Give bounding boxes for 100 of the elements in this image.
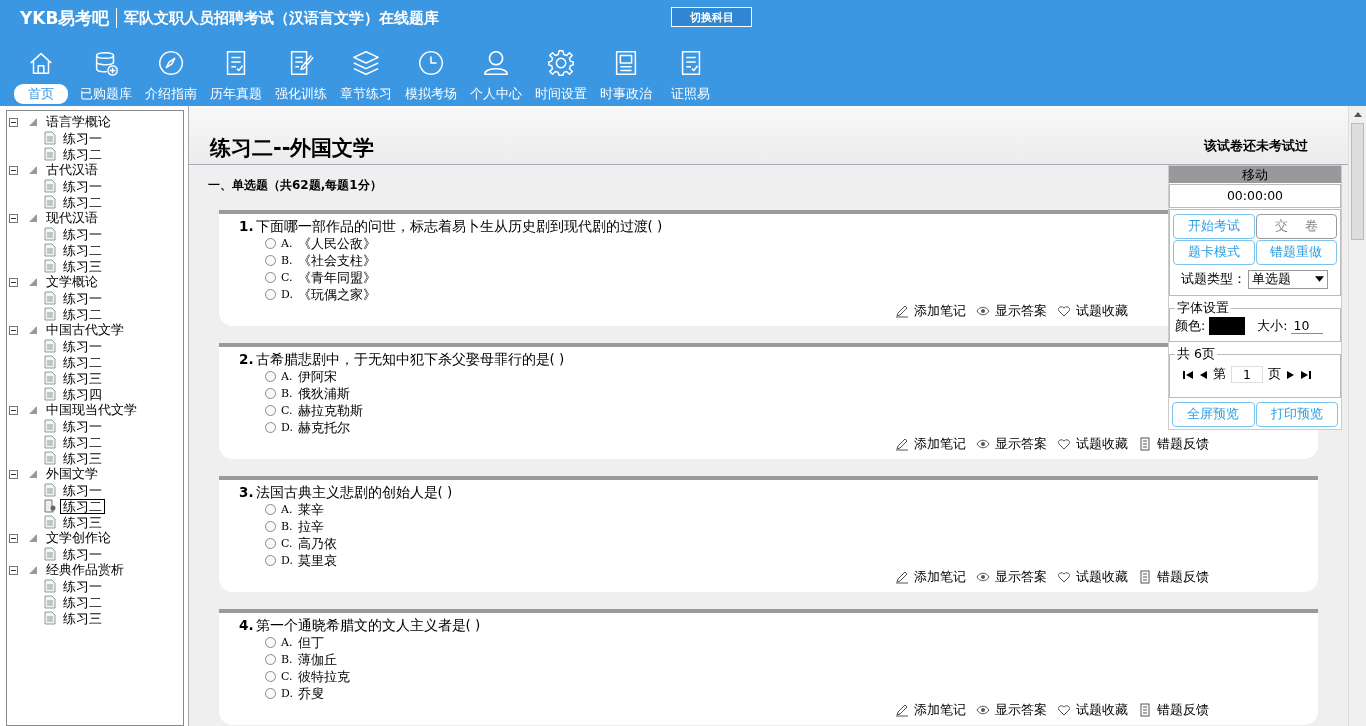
action-link[interactable]: 显示答案 [995,302,1047,320]
action-link[interactable]: 添加笔记 [914,302,966,320]
pencil-icon[interactable] [895,703,909,717]
last-page-icon[interactable] [1301,370,1311,379]
heart-icon[interactable] [1057,703,1071,717]
document-icon[interactable] [1138,703,1152,717]
tree-item[interactable]: 中国现当代文学 [46,401,137,419]
action-link[interactable]: 显示答案 [995,435,1047,453]
action-link[interactable]: 试题收藏 [1076,435,1128,453]
tree-item[interactable]: 练习三 [60,610,105,626]
option-text[interactable]: 薄伽丘 [298,650,337,669]
option-text[interactable]: 《社会支柱》 [298,251,376,270]
tree-item[interactable]: 练习三 [60,258,105,274]
option-text[interactable]: 彼特拉克 [298,667,350,686]
tree-item[interactable]: 现代汉语 [46,209,98,227]
tree-item[interactable]: 练习二 [60,354,105,370]
collapse-toggle[interactable] [9,277,18,287]
pencil-icon[interactable] [895,570,909,584]
radio-button[interactable] [265,289,276,300]
pencil-icon[interactable] [895,437,909,451]
tree-item[interactable]: 练习四 [60,386,105,402]
radio-button[interactable] [265,255,276,266]
collapse-toggle[interactable] [9,533,18,543]
action-link[interactable]: 错题反馈 [1157,701,1209,719]
next-page-icon[interactable] [1286,370,1296,379]
heart-icon[interactable] [1057,570,1071,584]
collapse-toggle[interactable] [9,165,18,175]
tree-item[interactable]: 练习二 [60,306,105,322]
eye-icon[interactable] [976,703,990,717]
option-text[interactable]: 俄狄浦斯 [298,384,350,403]
radio-button[interactable] [265,654,276,665]
tree-item[interactable]: 练习三 [60,370,105,386]
radio-button[interactable] [265,555,276,566]
eye-icon[interactable] [976,570,990,584]
tree-item[interactable]: 练习二 [60,242,105,258]
action-link[interactable]: 试题收藏 [1076,701,1128,719]
option-text[interactable]: 《玩偶之家》 [298,285,376,304]
tree-item[interactable]: 练习一 [60,578,105,594]
option-text[interactable]: 莱辛 [298,500,324,519]
option-text[interactable]: 乔叟 [298,684,324,703]
radio-button[interactable] [265,637,276,648]
radio-button[interactable] [265,504,276,515]
heart-icon[interactable] [1057,304,1071,318]
tree-item[interactable]: 练习一 [60,226,105,242]
tree-item[interactable]: 练习一 [60,338,105,354]
settings-icon[interactable] [545,48,576,78]
size-field[interactable]: 10 [1291,318,1324,334]
radio-button[interactable] [265,388,276,399]
tree-item[interactable]: 练习一 [60,546,105,562]
collapse-toggle[interactable] [9,565,18,575]
collapse-toggle[interactable] [9,469,18,479]
tree-item[interactable]: 练习三 [60,450,105,466]
tree-item[interactable]: 练习二 [60,146,105,162]
option-text[interactable]: 但丁 [298,633,324,652]
tree-item[interactable]: 练习二 [60,594,105,610]
option-text[interactable]: 《青年同盟》 [298,268,376,287]
option-text[interactable]: 赫拉克勒斯 [298,401,363,420]
action-link[interactable]: 试题收藏 [1076,302,1128,320]
color-swatch[interactable] [1209,317,1246,335]
tree-item[interactable]: 练习二 [60,498,105,514]
option-text[interactable]: 伊阿宋 [298,367,337,386]
radio-button[interactable] [265,371,276,382]
tree-item[interactable]: 语言学概论 [46,113,111,131]
tree-item[interactable]: 练习一 [60,130,105,146]
tree-item[interactable]: 经典作品赏析 [46,561,124,579]
tree-item[interactable]: 练习一 [60,418,105,434]
pencil-icon[interactable] [895,304,909,318]
previous-page-icon[interactable] [1198,370,1208,379]
action-link[interactable]: 显示答案 [995,568,1047,586]
tree-item[interactable]: 练习二 [60,434,105,450]
layers-icon[interactable] [350,48,381,78]
option-text[interactable]: 莫里哀 [298,551,337,570]
tree-item[interactable]: 中国古代文学 [46,321,124,339]
radio-button[interactable] [265,521,276,532]
tree-item[interactable]: 练习一 [60,178,105,194]
radio-button[interactable] [265,238,276,249]
document-icon[interactable] [1138,570,1152,584]
tree-item[interactable]: 练习一 [60,482,105,498]
tree-item[interactable]: 练习二 [60,194,105,210]
tree-item[interactable]: 文学创作论 [46,529,111,547]
option-text[interactable]: 拉辛 [298,517,324,536]
action-link[interactable]: 显示答案 [995,701,1047,719]
action-link[interactable]: 错题反馈 [1157,435,1209,453]
radio-button[interactable] [265,688,276,699]
tree-item[interactable]: 练习三 [60,514,105,530]
tree-item[interactable]: 古代汉语 [46,161,98,179]
radio-button[interactable] [265,422,276,433]
eye-icon[interactable] [976,304,990,318]
scroll-up-icon[interactable] [1353,112,1362,117]
page-field[interactable]: 1 [1231,366,1263,383]
radio-button[interactable] [265,272,276,283]
radio-button[interactable] [265,538,276,549]
collapse-toggle[interactable] [9,405,18,415]
tree-item[interactable]: 练习一 [60,290,105,306]
option-text[interactable]: 高乃依 [298,534,337,553]
type-dropdown[interactable]: 单选题 [1248,270,1328,289]
collapse-toggle[interactable] [9,213,18,223]
action-link[interactable]: 添加笔记 [914,701,966,719]
action-link[interactable]: 错题反馈 [1157,568,1209,586]
radio-button[interactable] [265,671,276,682]
